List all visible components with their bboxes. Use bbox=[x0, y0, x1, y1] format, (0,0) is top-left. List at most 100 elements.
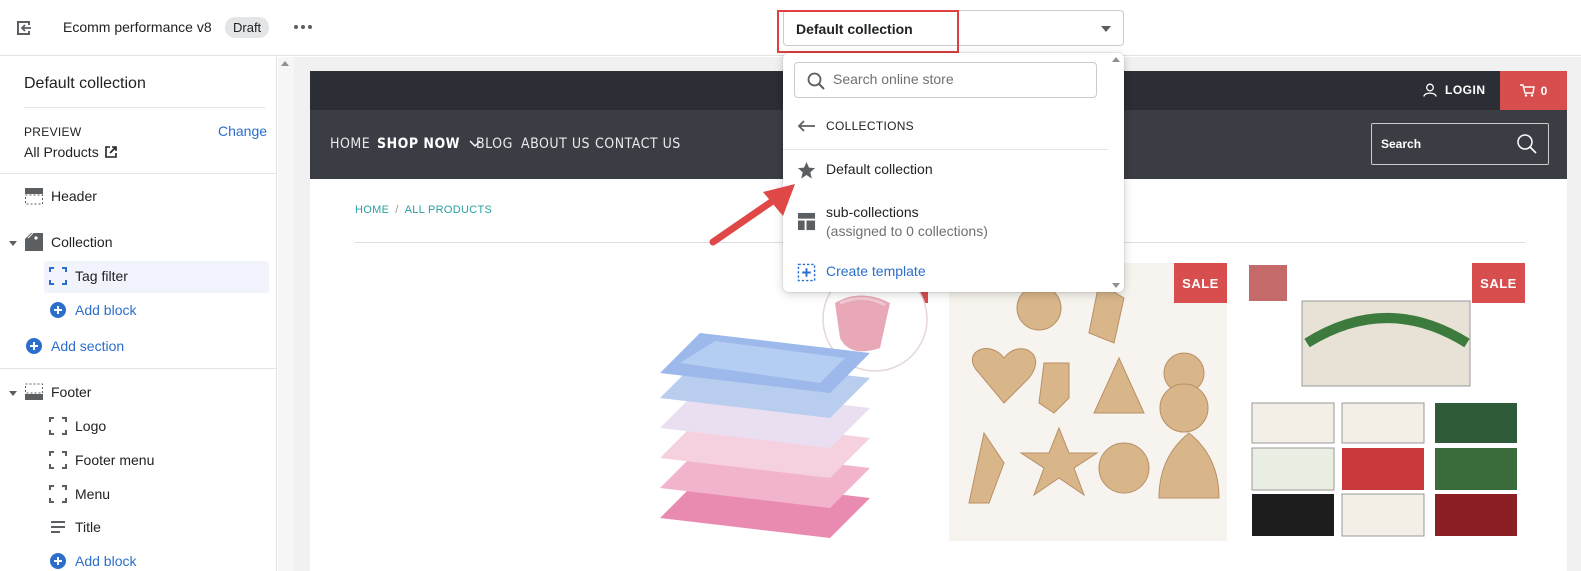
sale-badge: SALE bbox=[1174, 263, 1227, 303]
create-template-label: Create template bbox=[826, 263, 926, 279]
cart-icon bbox=[1519, 84, 1535, 97]
template-option-sub-collections[interactable]: sub-collections (assigned to 0 collection… bbox=[797, 204, 988, 239]
sidebar-item-label: Footer bbox=[51, 384, 92, 400]
plus-square-dashed-icon bbox=[797, 263, 816, 282]
breadcrumb: HOME / ALL PRODUCTS bbox=[355, 204, 492, 216]
divider bbox=[0, 173, 277, 174]
chevron-down-icon[interactable] bbox=[9, 241, 17, 246]
cart-button[interactable]: 0 bbox=[1500, 71, 1567, 110]
template-select-value: Default collection bbox=[796, 21, 913, 37]
text-lines-icon bbox=[48, 517, 68, 537]
sidebar-item-label: Footer menu bbox=[75, 452, 155, 468]
more-horizontal-icon bbox=[294, 25, 312, 29]
nav-blog[interactable]: BLOG bbox=[476, 136, 513, 152]
add-block-label: Add block bbox=[75, 553, 137, 569]
preview-value: All Products bbox=[24, 144, 99, 160]
nav-home[interactable]: HOME bbox=[330, 136, 370, 152]
breadcrumb-separator: / bbox=[395, 204, 399, 216]
add-block-button[interactable]: Add block bbox=[48, 300, 136, 320]
breadcrumb-home[interactable]: HOME bbox=[355, 204, 389, 216]
plus-circle-icon bbox=[24, 336, 44, 356]
divider bbox=[24, 107, 265, 108]
header-section-icon bbox=[24, 186, 44, 206]
product-image-christmas-signs bbox=[1249, 265, 1517, 537]
add-block-button[interactable]: Add block bbox=[48, 551, 136, 571]
template-option-default[interactable]: Default collection bbox=[797, 161, 933, 180]
plus-circle-icon bbox=[48, 300, 68, 320]
add-block-label: Add block bbox=[75, 302, 137, 318]
status-badge: Draft bbox=[225, 17, 270, 38]
sidebar-item-label: Menu bbox=[75, 486, 111, 502]
preview-label: PREVIEW bbox=[24, 125, 82, 139]
sidebar-item-label: Tag filter bbox=[75, 268, 128, 284]
add-section-label: Add section bbox=[51, 338, 125, 354]
template-select[interactable]: Default collection bbox=[783, 10, 1124, 46]
plus-circle-icon bbox=[48, 551, 68, 571]
editor-topbar: Ecomm performance v8 Draft Default colle… bbox=[0, 0, 1581, 56]
divider bbox=[783, 149, 1108, 150]
sidebar-item-tag-filter[interactable]: Tag filter bbox=[48, 266, 128, 286]
more-actions-button[interactable] bbox=[290, 14, 316, 40]
sidebar-item-label: Header bbox=[51, 188, 97, 204]
sidebar-item-title[interactable]: Title bbox=[48, 517, 101, 537]
product-card[interactable]: SALE bbox=[640, 263, 930, 541]
change-preview-link[interactable]: Change bbox=[218, 123, 267, 139]
sidebar-item-collection[interactable]: Collection bbox=[24, 232, 112, 252]
template-search-field[interactable] bbox=[794, 62, 1097, 98]
user-icon bbox=[1423, 83, 1437, 97]
sidebar-item-header[interactable]: Header bbox=[24, 186, 97, 206]
sidebar-item-footer-menu[interactable]: Footer menu bbox=[48, 450, 154, 470]
search-icon bbox=[807, 72, 825, 90]
option-subtitle: (assigned to 0 collections) bbox=[826, 223, 988, 239]
product-card[interactable]: SALE bbox=[1247, 263, 1525, 541]
product-image-ornaments bbox=[968, 282, 1220, 504]
add-section-button[interactable]: Add section bbox=[24, 336, 124, 356]
store-search-placeholder: Search bbox=[1381, 137, 1422, 151]
chevron-down-icon[interactable] bbox=[9, 391, 17, 396]
sidebar-title: Default collection bbox=[24, 75, 146, 92]
login-link[interactable]: LOGIN bbox=[1423, 83, 1486, 97]
product-image-blankets bbox=[660, 266, 928, 538]
scroll-up-icon[interactable] bbox=[281, 61, 289, 66]
nav-contact[interactable]: CONTACT US bbox=[595, 136, 681, 152]
arrow-left-icon bbox=[797, 120, 815, 132]
back-label: COLLECTIONS bbox=[826, 119, 914, 133]
sidebar-item-label: Logo bbox=[75, 418, 107, 434]
create-template-button[interactable]: Create template bbox=[797, 263, 926, 282]
sale-badge: SALE bbox=[1472, 263, 1525, 303]
sections-sidebar: Default collection PREVIEW Change All Pr… bbox=[0, 57, 277, 571]
block-icon bbox=[48, 484, 68, 504]
store-search-input[interactable]: Search bbox=[1371, 123, 1549, 165]
nav-shop-now-label: SHOP NOW bbox=[377, 136, 461, 152]
nav-about[interactable]: ABOUT US bbox=[521, 136, 590, 152]
sidebar-item-footer[interactable]: Footer bbox=[24, 382, 91, 402]
preview-scrollbar[interactable] bbox=[278, 57, 294, 571]
search-icon[interactable] bbox=[1516, 133, 1538, 155]
option-text: sub-collections (assigned to 0 collection… bbox=[826, 204, 988, 239]
option-label: sub-collections bbox=[826, 204, 919, 220]
sidebar-item-logo[interactable]: Logo bbox=[48, 416, 106, 436]
footer-section-icon bbox=[24, 382, 44, 402]
template-dropdown: COLLECTIONS Default collection sub-colle… bbox=[783, 53, 1124, 292]
divider bbox=[0, 368, 277, 369]
external-link-icon[interactable] bbox=[105, 146, 117, 158]
cart-count: 0 bbox=[1540, 83, 1548, 98]
exit-icon bbox=[17, 21, 31, 35]
sidebar-item-menu[interactable]: Menu bbox=[48, 484, 110, 504]
option-label: Default collection bbox=[826, 161, 933, 177]
scroll-up-icon[interactable] bbox=[1112, 57, 1120, 62]
caret-down-icon bbox=[1101, 26, 1111, 32]
login-label: LOGIN bbox=[1445, 83, 1486, 97]
product-card[interactable]: SALE bbox=[949, 263, 1227, 541]
exit-editor-button[interactable] bbox=[12, 16, 36, 40]
scroll-down-icon[interactable] bbox=[1112, 283, 1120, 288]
template-search-input[interactable] bbox=[833, 71, 1083, 87]
block-icon bbox=[48, 450, 68, 470]
back-to-collections-button[interactable]: COLLECTIONS bbox=[797, 119, 914, 133]
block-icon bbox=[48, 266, 68, 286]
breadcrumb-current[interactable]: ALL PRODUCTS bbox=[405, 204, 493, 216]
dropdown-scrollbar[interactable] bbox=[1108, 53, 1124, 292]
sidebar-item-label: Title bbox=[75, 519, 101, 535]
nav-shop-now[interactable]: SHOP NOW bbox=[377, 136, 481, 152]
sidebar-item-label: Collection bbox=[51, 234, 113, 250]
